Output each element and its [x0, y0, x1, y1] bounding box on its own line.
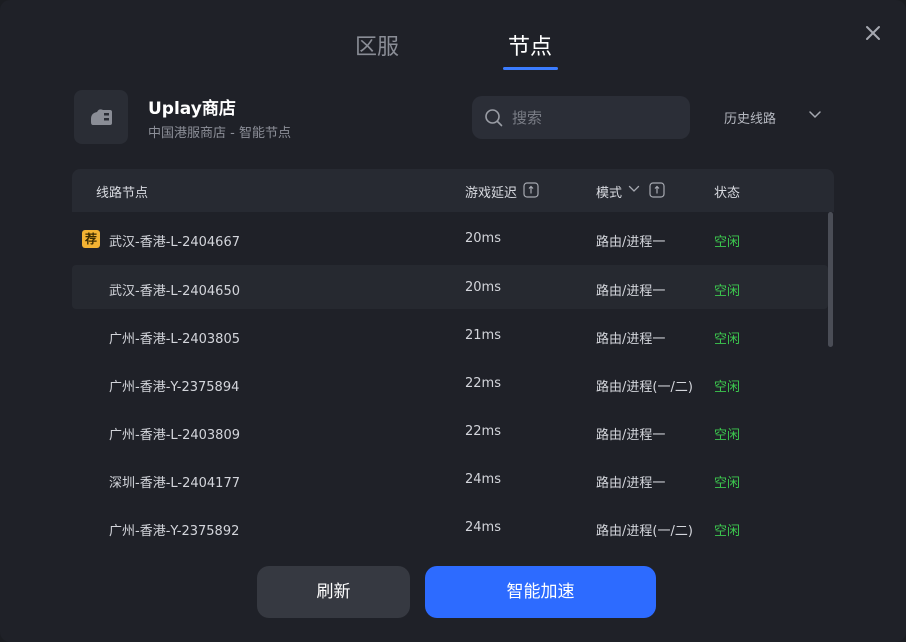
node-status: 空闲 — [714, 524, 741, 539]
node-name: 广州-香港-Y-2375892 — [109, 524, 240, 539]
node-name: 深圳-香港-L-2404177 — [109, 476, 240, 491]
store-icon — [74, 90, 128, 144]
node-mode: 路由/进程(一/二) — [596, 524, 693, 539]
node-name: 广州-香港-Y-2375894 — [109, 380, 240, 395]
node-mode: 路由/进程一 — [596, 476, 666, 491]
node-latency: 24ms — [465, 520, 501, 535]
chevron-down-icon — [809, 111, 821, 119]
table-row[interactable]: 广州-香港-Y-2375894 22ms 路由/进程(一/二) 空闲 — [72, 361, 828, 405]
node-latency: 24ms — [465, 472, 501, 487]
node-list: 荐 武汉-香港-L-2404667 20ms 路由/进程一 空闲 武汉-香港-L… — [72, 216, 828, 550]
game-title: Uplay商店 — [148, 99, 236, 119]
table-row[interactable]: 武汉-香港-L-2404650 20ms 路由/进程一 空闲 — [72, 265, 828, 309]
recommended-badge: 荐 — [82, 230, 100, 248]
node-mode: 路由/进程(一/二) — [596, 380, 693, 395]
node-latency: 22ms — [465, 376, 501, 391]
column-header-mode[interactable]: 模式 — [596, 182, 622, 201]
scrollbar[interactable] — [828, 212, 833, 347]
node-mode: 路由/进程一 — [596, 428, 666, 443]
tab-node[interactable]: 节点 — [504, 30, 556, 70]
node-latency: 22ms — [465, 424, 501, 439]
history-routes-dropdown[interactable]: 历史线路 — [724, 106, 829, 128]
tab-bar: 区服 节点 — [0, 30, 906, 74]
info-icon[interactable] — [649, 182, 665, 198]
tab-region[interactable]: 区服 — [354, 30, 400, 70]
node-mode: 路由/进程一 — [596, 235, 666, 250]
node-latency: 21ms — [465, 328, 501, 343]
column-header-latency[interactable]: 游戏延迟 — [465, 182, 517, 201]
search-box[interactable] — [472, 96, 690, 139]
table-row[interactable]: 深圳-香港-L-2404177 24ms 路由/进程一 空闲 — [72, 457, 828, 501]
node-latency: 20ms — [465, 231, 501, 246]
info-icon[interactable] — [523, 182, 539, 198]
node-latency: 20ms — [465, 280, 501, 295]
table-row[interactable]: 广州-香港-L-2403805 21ms 路由/进程一 空闲 — [72, 313, 828, 357]
column-header-status: 状态 — [714, 186, 741, 201]
node-status: 空闲 — [714, 235, 741, 250]
node-status: 空闲 — [714, 332, 741, 347]
search-icon — [485, 109, 503, 127]
active-tab-indicator — [503, 67, 558, 70]
search-input[interactable] — [512, 105, 677, 130]
node-name: 广州-香港-L-2403805 — [109, 332, 240, 347]
node-name: 广州-香港-L-2403809 — [109, 428, 240, 443]
smart-accelerate-button[interactable]: 智能加速 — [425, 566, 656, 618]
history-routes-label: 历史线路 — [724, 112, 777, 127]
column-header-node: 线路节点 — [96, 186, 149, 201]
chevron-down-icon[interactable] — [628, 185, 640, 193]
table-row[interactable]: 广州-香港-Y-2375892 24ms 路由/进程(一/二) 空闲 — [72, 505, 828, 549]
node-status: 空闲 — [714, 428, 741, 443]
node-status: 空闲 — [714, 380, 741, 395]
node-mode: 路由/进程一 — [596, 284, 666, 299]
game-subtitle: 中国港服商店 - 智能节点 — [148, 126, 291, 141]
node-name: 武汉-香港-L-2404667 — [109, 235, 240, 250]
node-selection-dialog: 区服 节点 Uplay商店 中国港服商店 - 智能节点 历史线路 线路节点 — [0, 0, 906, 642]
table-row[interactable]: 荐 武汉-香港-L-2404667 20ms 路由/进程一 空闲 — [72, 216, 828, 260]
node-mode: 路由/进程一 — [596, 332, 666, 347]
table-row[interactable]: 广州-香港-L-2403809 22ms 路由/进程一 空闲 — [72, 409, 828, 453]
node-name: 武汉-香港-L-2404650 — [109, 284, 240, 299]
node-status: 空闲 — [714, 476, 741, 491]
refresh-button[interactable]: 刷新 — [257, 566, 410, 618]
node-status: 空闲 — [714, 284, 741, 299]
table-header: 线路节点 游戏延迟 模式 状态 — [72, 169, 834, 212]
